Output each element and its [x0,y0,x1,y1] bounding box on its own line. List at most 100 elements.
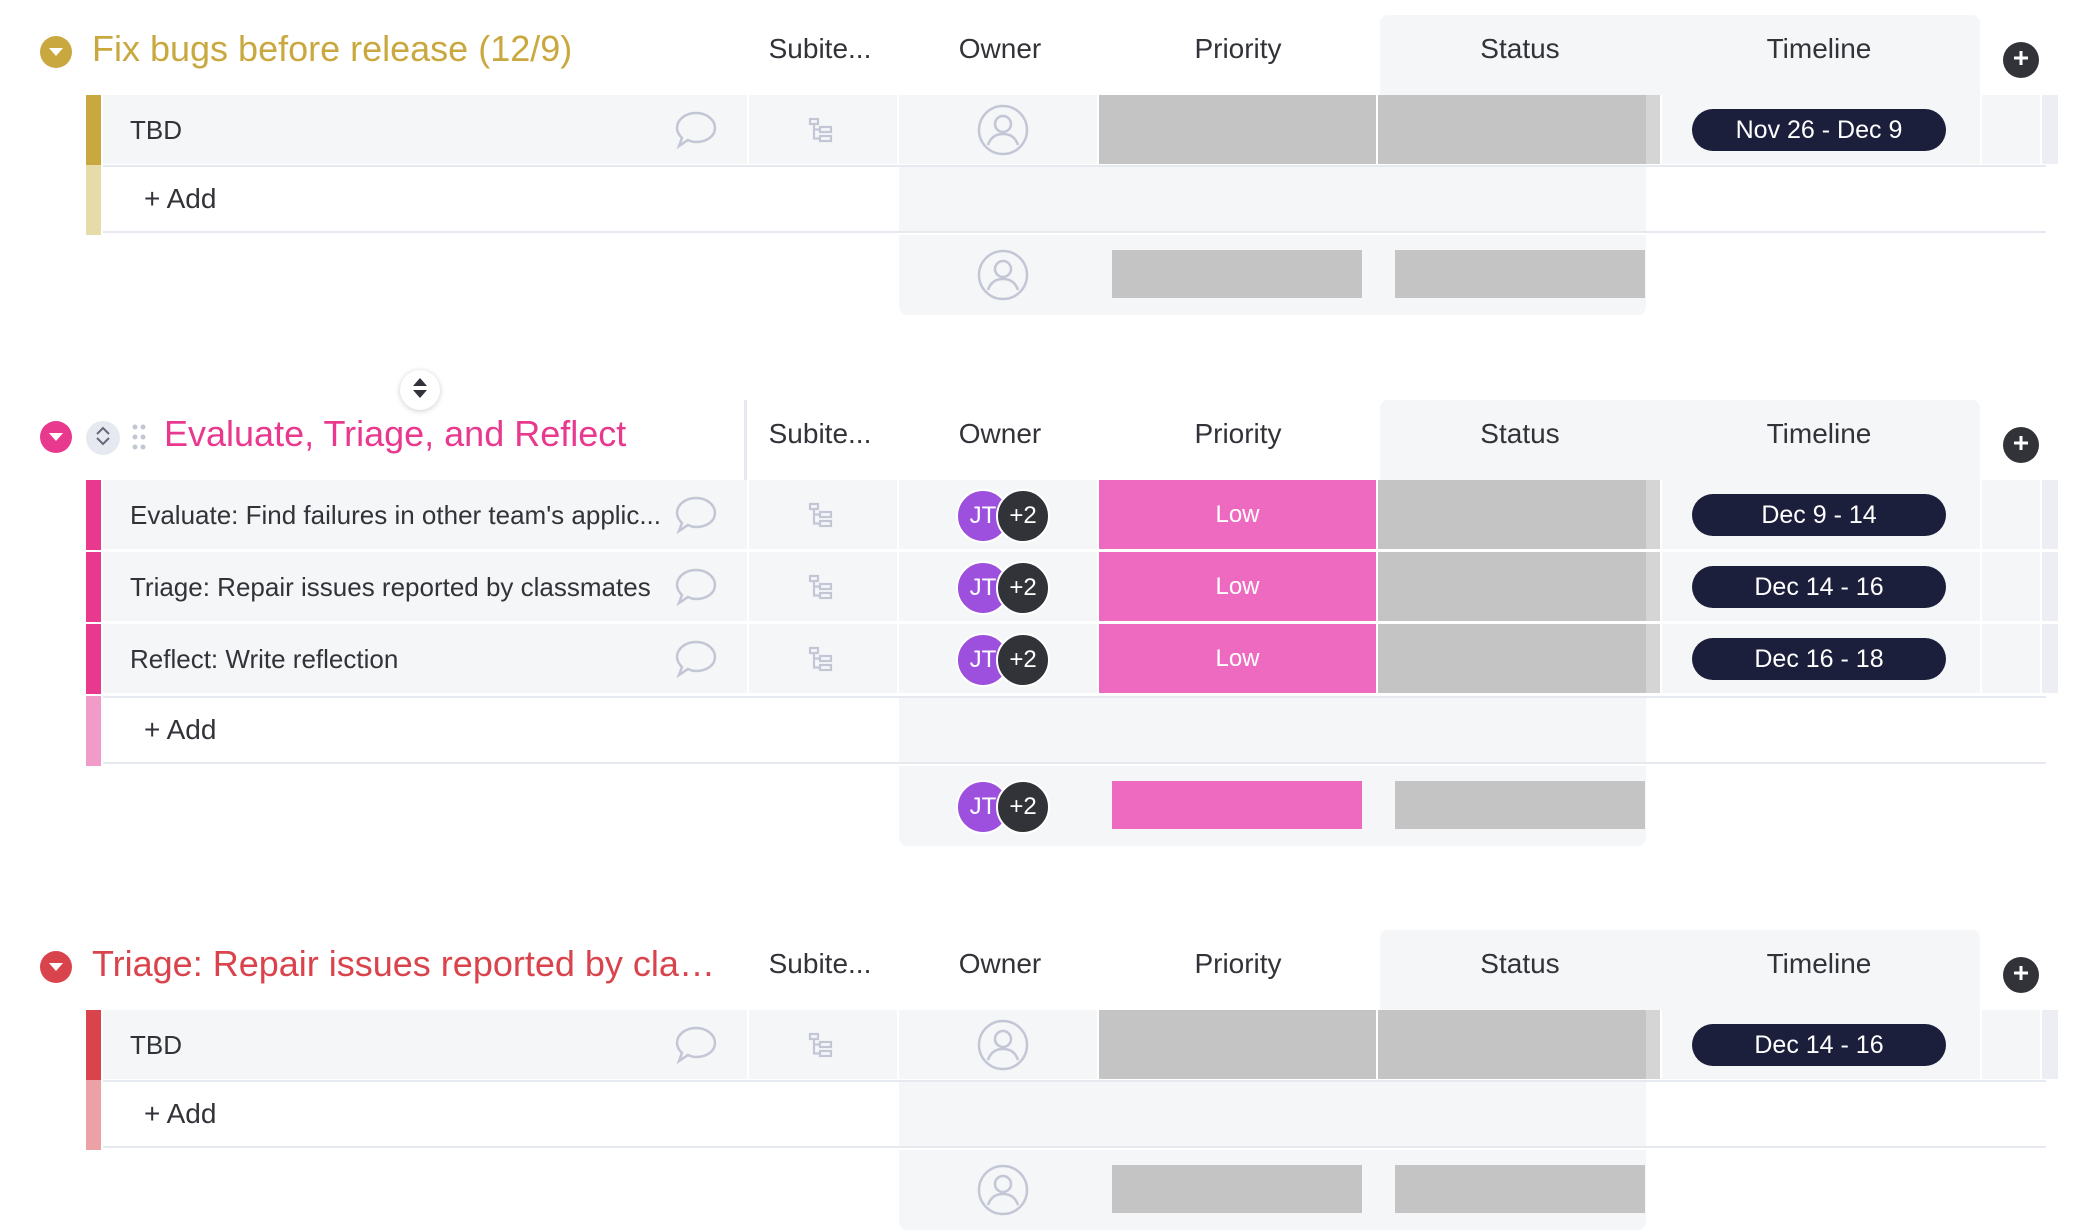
add-column-button[interactable] [2003,957,2039,993]
column-header-timeline[interactable]: Timeline [1660,948,1978,980]
priority-cell[interactable] [1099,95,1376,164]
empty-avatar-icon[interactable] [976,1018,1030,1077]
status-cell[interactable] [1378,95,1646,164]
scrollbar[interactable] [2042,552,2058,621]
group-summary [0,1150,2084,1230]
timeline-pill[interactable]: Dec 16 - 18 [1692,638,1946,680]
column-header-priority[interactable]: Priority [1102,948,1374,980]
status-cell-edge [1646,480,1660,549]
add-column-button[interactable] [2003,427,2039,463]
chevron-down-icon [48,47,64,57]
row-color-bar [86,480,101,550]
owner-avatars[interactable]: JT +2 [956,561,1056,615]
comment-icon[interactable] [674,495,718,540]
group-title[interactable]: Triage: Repair issues reported by class.… [92,943,732,985]
timeline-pill[interactable]: Dec 14 - 16 [1692,1024,1946,1066]
timeline-pill[interactable]: Nov 26 - Dec 9 [1692,109,1946,151]
scrollbar[interactable] [2042,1010,2058,1079]
status-cell-edge [1646,624,1660,693]
comment-icon[interactable] [674,110,718,155]
add-item-row[interactable]: + Add [86,696,2046,766]
column-header-status[interactable]: Status [1380,948,1660,980]
group-title[interactable]: Evaluate, Triage, and Reflect [164,413,626,455]
status-summary-bar [1395,250,1645,298]
empty-avatar-icon [976,1163,1030,1222]
owner-avatars: JT +2 [956,780,1056,834]
item-name[interactable]: Triage: Repair issues reported by classm… [130,572,651,603]
owner-avatars[interactable]: JT +2 [956,633,1056,687]
add-item-row[interactable]: + Add [86,1080,2046,1150]
status-cell[interactable] [1378,1010,1646,1079]
item-name-cell[interactable] [103,95,747,166]
row-color-bar [86,1010,101,1080]
item-name[interactable]: Reflect: Write reflection [130,644,398,675]
scrollbar[interactable] [2042,480,2058,549]
add-item-row[interactable]: + Add [86,165,2046,235]
table-row[interactable]: Triage: Repair issues reported by classm… [86,552,2084,623]
add-item-label[interactable]: + Add [144,183,216,215]
subitems-icon[interactable] [808,502,834,533]
row-end-cell [1982,1010,2040,1079]
subitems-icon[interactable] [808,574,834,605]
column-header-priority[interactable]: Priority [1102,33,1374,65]
item-name[interactable]: TBD [130,1030,182,1061]
row-end-cell [1982,480,2040,549]
add-column-button[interactable] [2003,42,2039,78]
scrollbar[interactable] [2042,624,2058,693]
column-header-priority[interactable]: Priority [1102,418,1374,450]
drag-dots-icon[interactable] [132,423,146,456]
comment-icon[interactable] [674,1025,718,1070]
table-row[interactable]: Evaluate: Find failures in other team's … [86,480,2084,551]
group-header: Triage: Repair issues reported by class.… [0,915,2084,1010]
group-summary [0,235,2084,315]
comment-icon[interactable] [674,639,718,684]
add-item-label[interactable]: + Add [144,1098,216,1130]
status-cell-edge [1646,1010,1660,1079]
header-divider [744,400,747,480]
column-header-owner[interactable]: Owner [910,33,1090,65]
timeline-pill[interactable]: Dec 9 - 14 [1692,494,1946,536]
timeline-pill[interactable]: Dec 14 - 16 [1692,566,1946,608]
priority-cell[interactable]: Low [1099,480,1376,549]
empty-avatar-icon[interactable] [976,103,1030,162]
status-cell[interactable] [1378,624,1646,693]
subitems-icon[interactable] [808,1032,834,1063]
priority-cell[interactable]: Low [1099,624,1376,693]
column-header-status[interactable]: Status [1380,33,1660,65]
comment-icon[interactable] [674,567,718,612]
column-header-timeline[interactable]: Timeline [1660,418,1978,450]
column-header-subitems[interactable]: Subite... [760,33,880,65]
row-end-cell [1982,95,2040,164]
collapse-group-button[interactable] [40,421,72,453]
collapse-all-button[interactable] [86,421,120,455]
table-row[interactable]: TBD Nov 26 - Dec 9 [86,95,2084,166]
add-row-shade [899,698,1646,762]
add-item-label[interactable]: + Add [144,714,216,746]
column-header-subitems[interactable]: Subite... [760,418,880,450]
column-header-timeline[interactable]: Timeline [1660,33,1978,65]
subitems-icon[interactable] [808,646,834,677]
item-name[interactable]: Evaluate: Find failures in other team's … [130,500,661,531]
subitems-icon[interactable] [808,117,834,148]
table-row[interactable]: Reflect: Write reflection JT +2 Low Dec … [86,624,2084,695]
status-cell[interactable] [1378,552,1646,621]
column-header-status[interactable]: Status [1380,418,1660,450]
group-summary: JT +2 [0,766,2084,846]
owner-avatars[interactable]: JT +2 [956,489,1056,543]
collapse-group-button[interactable] [40,951,72,983]
collapse-group-button[interactable] [40,36,72,68]
status-summary-bar [1395,781,1645,829]
scrollbar[interactable] [2042,95,2058,164]
empty-avatar-icon [976,248,1030,307]
item-name-cell[interactable] [103,1010,747,1081]
column-header-owner[interactable]: Owner [910,418,1090,450]
column-header-subitems[interactable]: Subite... [760,948,880,980]
column-header-owner[interactable]: Owner [910,948,1090,980]
table-row[interactable]: TBD Dec 14 - 16 [86,1010,2084,1081]
priority-cell[interactable]: Low [1099,552,1376,621]
status-cell[interactable] [1378,480,1646,549]
group-title[interactable]: Fix bugs before release (12/9) [92,28,572,70]
item-name[interactable]: TBD [130,115,182,146]
priority-cell[interactable] [1099,1010,1376,1079]
plus-icon [2012,49,2030,72]
